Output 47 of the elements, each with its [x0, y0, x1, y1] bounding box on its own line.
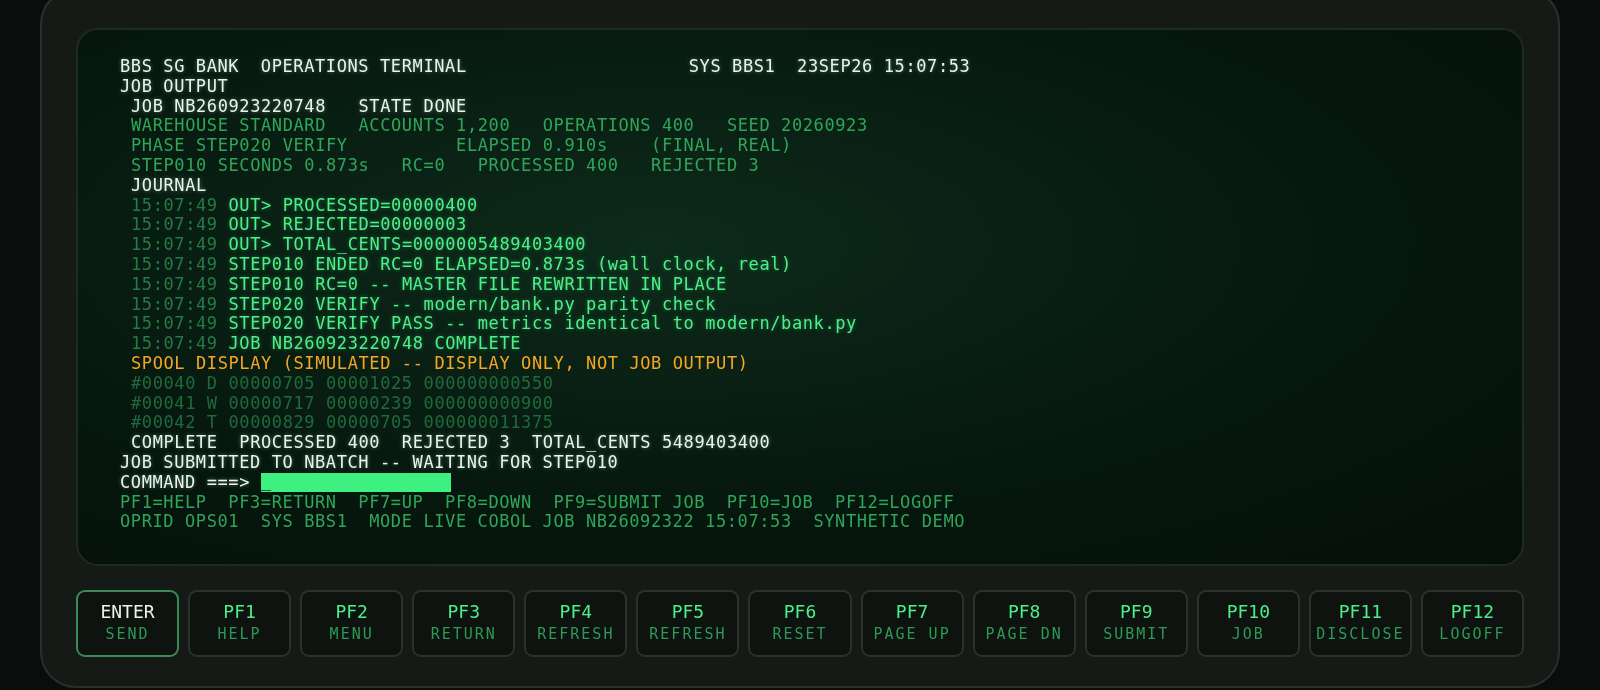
- journal-time: 15:07:49: [131, 234, 218, 255]
- journal-message: STEP020 VERIFY PASS -- metrics identical to modern/bank.py: [227, 313, 857, 334]
- function-key[interactable]: PF8 PAGE DN: [972, 590, 1076, 657]
- journal-time: 15:07:49: [131, 214, 218, 235]
- journal-message: STEP010 ENDED RC=0 ELAPSED=0.873s (wall clock, real): [227, 253, 792, 274]
- function-key[interactable]: ENTER SEND: [76, 590, 180, 657]
- function-key[interactable]: PF2 MENU: [300, 590, 404, 657]
- journal-message: STEP010 RC=0 -- MASTER FILE REWRITTEN IN PLACE: [227, 273, 727, 294]
- spool-record: #00042 T 00000829 00000705 000000011375: [131, 412, 554, 433]
- journal-time: 15:07:49: [131, 333, 218, 354]
- journal-message: OUT> TOTAL_CENTS=0000005489403400: [227, 234, 587, 255]
- journal-time: 15:07:49: [131, 293, 218, 314]
- function-key[interactable]: PF7 PAGE UP: [860, 590, 964, 657]
- command-label: COMMAND ===>: [120, 471, 251, 492]
- terminal-heading: JOB SUBMITTED TO NBATCH -- WAITING FOR STEP010: [120, 451, 619, 472]
- info-line: WAREHOUSE STANDARD ACCOUNTS 1,200 OPERATIONS 400 SEED 20260923: [131, 115, 868, 136]
- function-key[interactable]: PF10 JOB: [1196, 590, 1300, 657]
- journal-message: OUT> PROCESSED=00000400: [227, 194, 478, 215]
- function-key[interactable]: PF9 SUBMIT: [1084, 590, 1188, 657]
- spool-notice: SPOOL DISPLAY (SIMULATED -- DISPLAY ONLY, NOT JOB OUTPUT): [131, 352, 749, 373]
- function-key[interactable]: PF3 RETURN: [412, 590, 516, 657]
- journal-message: JOB NB260923220748 COMPLETE: [227, 333, 522, 354]
- journal-time: 15:07:49: [131, 253, 218, 274]
- journal-time: 15:07:49: [131, 194, 218, 215]
- terminal-heading: JOURNAL: [131, 174, 207, 195]
- spool-record: #00041 W 00000717 00000239 000000000900: [131, 392, 554, 413]
- journal-message: STEP020 VERIFY -- modern/bank.py parity check: [227, 293, 717, 314]
- function-key[interactable]: PF12 LOGOFF: [1420, 590, 1524, 657]
- spool-record: #00040 D 00000705 00001025 000000000550: [131, 372, 554, 393]
- status-line: PF1=HELP PF3=RETURN PF7=UP PF8=DOWN PF9=SUBMIT JOB PF10=JOB PF12=LOGOFF: [120, 491, 955, 512]
- status-line: OPRID OPS01 SYS BBS1 MODE LIVE COBOL JOB NB26092322 15:07:53 SYNTHETIC DEMO: [120, 511, 966, 532]
- function-key[interactable]: PF5 REFRESH: [636, 590, 740, 657]
- journal-time: 15:07:49: [131, 313, 218, 334]
- terminal-heading: JOB OUTPUT: [120, 75, 229, 96]
- command-field[interactable]: _: [261, 472, 452, 492]
- function-key[interactable]: PF6 RESET: [748, 590, 852, 657]
- function-key[interactable]: PF1 HELP: [188, 590, 292, 657]
- info-line: PHASE STEP020 VERIFY ELAPSED 0.910s (FINAL, REAL): [131, 135, 792, 156]
- function-key[interactable]: PF11 DISCLOSE: [1308, 590, 1412, 657]
- terminal-heading: JOB NB260923220748 STATE DONE: [131, 95, 467, 116]
- terminal-heading: COMPLETE PROCESSED 400 REJECTED 3 TOTAL_CENTS 5489403400: [131, 432, 771, 453]
- function-key[interactable]: PF4 REFRESH: [524, 590, 628, 657]
- system-timestamp: SYS BBS1 23SEP26 15:07:53: [688, 56, 971, 76]
- terminal-title: BBS SG BANK OPERATIONS TERMINAL: [120, 56, 467, 76]
- journal-time: 15:07:49: [131, 273, 218, 294]
- journal-message: OUT> REJECTED=00000003: [227, 214, 467, 235]
- info-line: STEP010 SECONDS 0.873s RC=0 PROCESSED 400 REJECTED 3: [131, 155, 760, 175]
